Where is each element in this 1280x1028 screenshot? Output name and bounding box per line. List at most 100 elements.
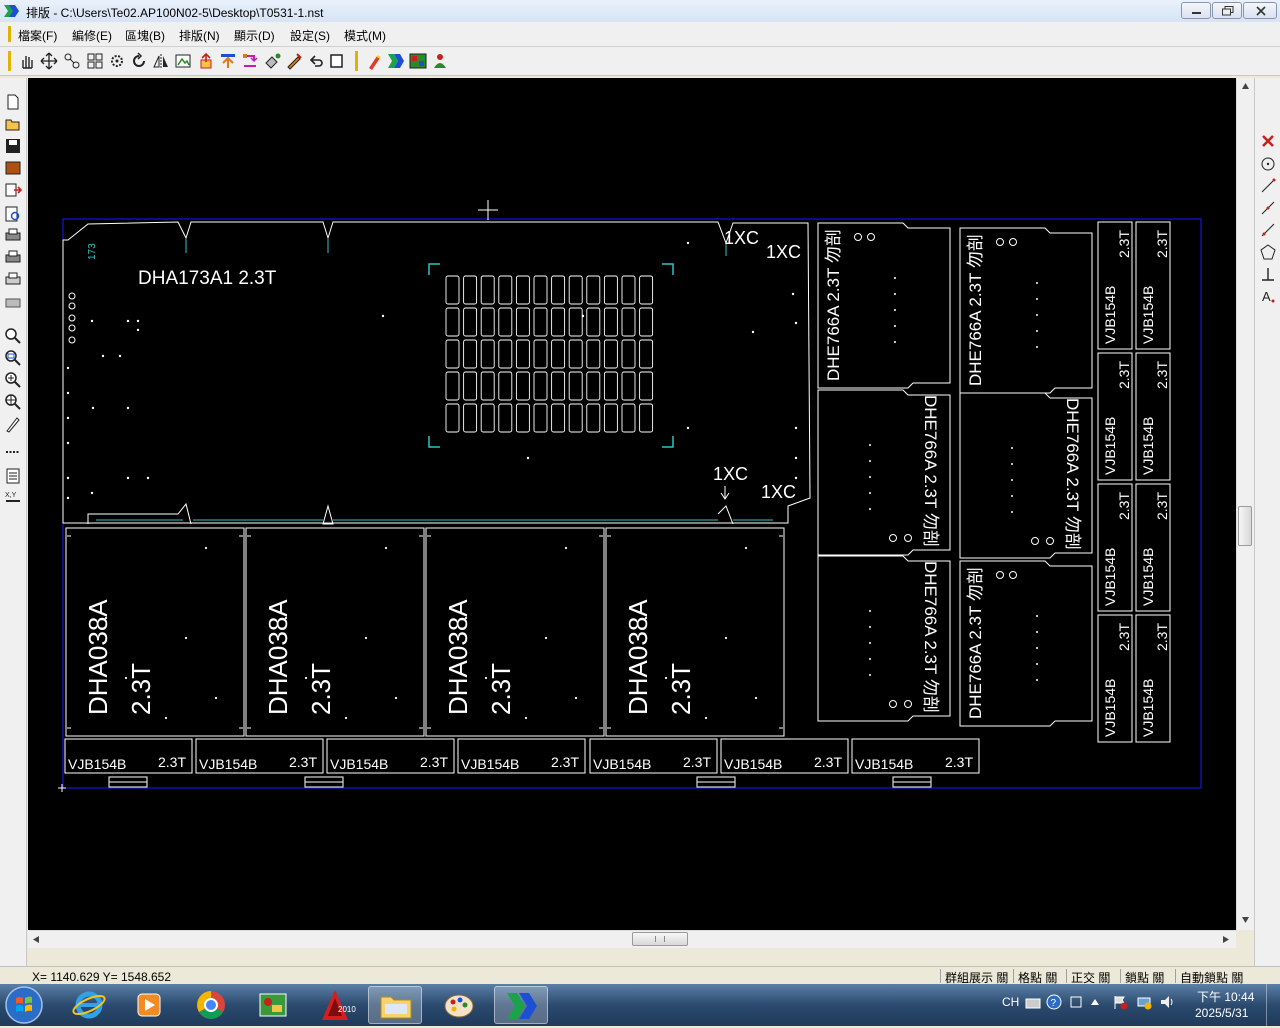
- language-indicator[interactable]: CH: [1002, 995, 1019, 1009]
- taskbar-green-app[interactable]: [246, 986, 300, 1024]
- taskbar-media-player[interactable]: [122, 986, 176, 1024]
- part-dha038a[interactable]: DHA038A 2.3T: [605, 527, 785, 737]
- line-midpoint-icon[interactable]: [1259, 199, 1277, 217]
- polygon-icon[interactable]: [1259, 243, 1277, 261]
- status-ortho[interactable]: 正交 關: [1066, 969, 1110, 985]
- keyboard-icon[interactable]: [1025, 996, 1041, 1010]
- image-settings-icon[interactable]: [409, 52, 427, 70]
- restore-button[interactable]: [1212, 2, 1242, 19]
- clock-date[interactable]: 2025/5/31: [1195, 1006, 1248, 1020]
- marker-icon[interactable]: [365, 52, 383, 70]
- part-vjb154b[interactable]: VJB154B 2.3T: [1135, 352, 1171, 481]
- part-vjb154b[interactable]: VJB154B 2.3T: [1097, 221, 1133, 350]
- zoom-extents-icon[interactable]: [4, 393, 22, 411]
- menu-file[interactable]: 檔案(F): [18, 27, 57, 44]
- print-icon[interactable]: [4, 226, 22, 244]
- show-desktop-button[interactable]: [1266, 984, 1280, 1026]
- scroll-left-arrow-icon[interactable]: [32, 935, 40, 944]
- status-object-snap[interactable]: 鎖點 關: [1120, 969, 1164, 985]
- swap-icon[interactable]: [241, 52, 259, 70]
- menu-view[interactable]: 顯示(D): [234, 27, 275, 44]
- perpendicular-icon[interactable]: [1259, 265, 1277, 283]
- part-dhe766a[interactable]: DHE766A 2.3T 勿剖: [817, 222, 951, 389]
- nest-run-icon[interactable]: [387, 52, 405, 70]
- fill-icon[interactable]: [263, 52, 281, 70]
- undo-icon[interactable]: [307, 52, 325, 70]
- save-icon[interactable]: [4, 137, 22, 155]
- minimize-button[interactable]: [1181, 2, 1211, 19]
- part-dhe766a[interactable]: DHE766A 2.3T 勿剖: [959, 560, 1093, 727]
- pencil-icon[interactable]: [4, 415, 22, 433]
- pan-hand-icon[interactable]: [18, 52, 36, 70]
- preview-icon[interactable]: [4, 205, 22, 223]
- part-dhe766a[interactable]: DHE766A 2.3T 勿剖: [817, 555, 951, 722]
- list-icon[interactable]: [4, 467, 22, 485]
- taskbar-explorer[interactable]: [368, 986, 422, 1024]
- part-vjb154b[interactable]: VJB154B 2.3T: [1135, 221, 1171, 350]
- taskbar-autocad[interactable]: 2010: [308, 986, 362, 1024]
- status-grid-snap[interactable]: 格點 關: [1013, 969, 1057, 985]
- print-setup-icon[interactable]: [4, 248, 22, 266]
- delete-x-icon[interactable]: [1259, 132, 1277, 150]
- part-vjb154b[interactable]: VJB154B 2.3T: [195, 738, 324, 774]
- open-folder-icon[interactable]: [4, 115, 22, 133]
- part-vjb154b[interactable]: VJB154B 2.3T: [851, 738, 980, 774]
- scroll-up-arrow-icon[interactable]: [1241, 82, 1250, 90]
- block-library-icon[interactable]: [4, 159, 22, 177]
- part-vjb154b[interactable]: VJB154B 2.3T: [589, 738, 718, 774]
- horizontal-scrollbar[interactable]: [28, 930, 1236, 948]
- part-vjb154b[interactable]: VJB154B 2.3T: [1135, 614, 1171, 743]
- clock-time[interactable]: 下午 10:44: [1197, 988, 1254, 1005]
- action-center-flag-icon[interactable]: [1112, 994, 1128, 1010]
- grid-array-icon[interactable]: [86, 52, 104, 70]
- menu-block[interactable]: 區塊(B): [125, 27, 165, 44]
- part-vjb154b[interactable]: VJB154B 2.3T: [1097, 614, 1133, 743]
- arrow-up-icon[interactable]: [219, 52, 237, 70]
- taskbar-chrome[interactable]: [184, 986, 238, 1024]
- select-nodes-icon[interactable]: [63, 52, 81, 70]
- network-icon[interactable]: [1136, 994, 1152, 1010]
- zoom-in-icon[interactable]: [4, 371, 22, 389]
- circle-icon[interactable]: [1259, 155, 1277, 173]
- line-icon[interactable]: [1259, 177, 1277, 195]
- zoom-window-icon[interactable]: [4, 349, 22, 367]
- status-auto-snap[interactable]: 自動鎖點 關: [1175, 969, 1243, 985]
- start-orb-icon[interactable]: [3, 985, 45, 1025]
- text-tool-icon[interactable]: A: [1259, 287, 1277, 305]
- gear-array-icon[interactable]: [108, 52, 126, 70]
- menu-settings[interactable]: 設定(S): [290, 27, 330, 44]
- part-dha038a[interactable]: DHA038A 2.3T: [425, 527, 605, 737]
- menu-edit[interactable]: 編修(E): [72, 27, 112, 44]
- part-vjb154b[interactable]: VJB154B 2.3T: [1097, 352, 1133, 481]
- new-file-icon[interactable]: [4, 93, 22, 111]
- volume-icon[interactable]: [1159, 994, 1175, 1010]
- part-vjb154b[interactable]: VJB154B 2.3T: [64, 738, 193, 774]
- help-icon[interactable]: ?: [1046, 994, 1062, 1010]
- nesting-layout[interactable]: 173 DHA173A1 2.3T 1XC 1XC 1XC 1XC DHA038…: [28, 78, 1236, 930]
- scroll-right-arrow-icon[interactable]: [1222, 935, 1230, 944]
- mirror-icon[interactable]: [152, 52, 170, 70]
- pen-icon[interactable]: [285, 52, 303, 70]
- drawing-canvas[interactable]: 173 DHA173A1 2.3T 1XC 1XC 1XC 1XC DHA038…: [28, 78, 1236, 930]
- vertical-scroll-thumb[interactable]: [1238, 506, 1252, 546]
- dimension-icon[interactable]: [4, 443, 22, 461]
- part-vjb154b[interactable]: VJB154B 2.3T: [1097, 483, 1133, 612]
- taskbar-nesting-app[interactable]: [494, 986, 548, 1024]
- vertical-scrollbar[interactable]: [1236, 78, 1254, 930]
- part-vjb154b[interactable]: VJB154B 2.3T: [457, 738, 586, 774]
- zoom-icon[interactable]: [4, 327, 22, 345]
- taskbar-ie[interactable]: [62, 986, 116, 1024]
- close-button[interactable]: [1243, 2, 1277, 19]
- upload-icon[interactable]: [197, 52, 215, 70]
- frame-icon[interactable]: [174, 52, 192, 70]
- people-icon[interactable]: [431, 52, 449, 70]
- line-perpendicular-icon[interactable]: [1259, 221, 1277, 239]
- part-vjb154b[interactable]: VJB154B 2.3T: [720, 738, 849, 774]
- part-dha173a1[interactable]: 173 DHA173A1 2.3T: [62, 221, 811, 525]
- part-dhe766a[interactable]: DHE766A 2.3T 勿剖: [959, 392, 1093, 559]
- scroll-down-arrow-icon[interactable]: [1241, 916, 1250, 924]
- menu-mode[interactable]: 模式(M): [344, 27, 386, 44]
- horizontal-scroll-thumb[interactable]: [632, 932, 688, 946]
- fax-icon[interactable]: [4, 293, 22, 311]
- tray-options-icon[interactable]: [1068, 994, 1084, 1010]
